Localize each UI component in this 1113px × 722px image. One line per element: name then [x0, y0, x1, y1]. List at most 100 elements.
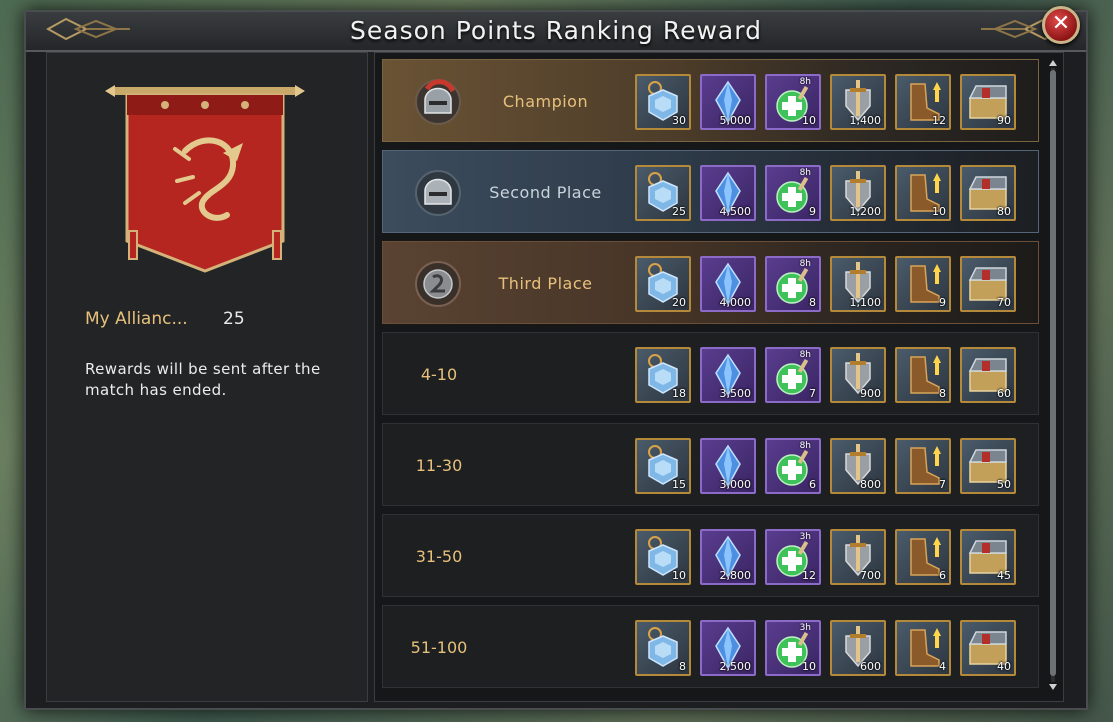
reward-count: 10 [802, 660, 816, 673]
rank-row: Second Place 25 4,500 8h 9 1,200 10 80 [382, 150, 1039, 233]
scroll-thumb[interactable] [1050, 70, 1056, 676]
reward-count: 6 [809, 478, 816, 491]
rank-row: 4-10 18 3,500 8h 7 900 8 60 [382, 332, 1039, 415]
reward-item[interactable]: 20 [635, 256, 691, 312]
close-icon: ✕ [1051, 11, 1071, 36]
reward-item[interactable]: 600 [830, 620, 886, 676]
reward-count: 9 [939, 296, 946, 309]
reward-item[interactable]: 5,000 [700, 74, 756, 130]
rank-row: Champion 30 5,000 8h 10 1,400 12 90 [382, 59, 1039, 142]
alliance-info-panel: My Allianc... 25 Rewards will be sent af… [46, 52, 368, 702]
reward-item[interactable]: 50 [960, 438, 1016, 494]
reward-count: 8 [939, 387, 946, 400]
reward-count: 8 [679, 660, 686, 673]
reward-count: 8 [809, 296, 816, 309]
reward-item[interactable]: 3,000 [700, 438, 756, 494]
reward-count: 90 [997, 114, 1011, 127]
reward-count: 900 [860, 387, 881, 400]
dragon-banner-icon [105, 85, 305, 273]
reward-count: 45 [997, 569, 1011, 582]
rank-list-scrollbar[interactable] [1048, 60, 1058, 690]
reward-count: 80 [997, 205, 1011, 218]
reward-item[interactable]: 45 [960, 529, 1016, 585]
reward-count: 4 [939, 660, 946, 673]
reward-count: 7 [939, 478, 946, 491]
rank-label: Third Place [498, 274, 593, 293]
reward-item[interactable]: 2,500 [700, 620, 756, 676]
reward-item[interactable]: 1,200 [830, 165, 886, 221]
reward-count: 20 [672, 296, 686, 309]
reward-item[interactable]: 8 [635, 620, 691, 676]
reward-item[interactable]: 80 [960, 165, 1016, 221]
rank-row: 11-30 15 3,000 8h 6 800 7 50 [382, 423, 1039, 506]
reward-count: 700 [860, 569, 881, 582]
reward-item[interactable]: 10 [635, 529, 691, 585]
reward-item[interactable]: 40 [960, 620, 1016, 676]
rank-label: Second Place [489, 183, 602, 202]
reward-item[interactable]: 8h 10 [765, 74, 821, 130]
reward-item[interactable]: 1,100 [830, 256, 886, 312]
reward-count: 9 [809, 205, 816, 218]
reward-item[interactable]: 6 [895, 529, 951, 585]
reward-count: 2,500 [719, 660, 752, 673]
reward-item[interactable]: 18 [635, 347, 691, 403]
reward-item[interactable]: 60 [960, 347, 1016, 403]
reward-count: 800 [860, 478, 881, 491]
reward-item[interactable]: 70 [960, 256, 1016, 312]
reward-count: 4,000 [719, 296, 752, 309]
reward-item[interactable]: 8h 6 [765, 438, 821, 494]
my-alliance-row: My Allianc... 25 [85, 309, 245, 329]
reward-item[interactable]: 12 [895, 74, 951, 130]
rank-range-label: 31-50 [415, 547, 463, 566]
reward-count: 40 [997, 660, 1011, 673]
reward-count: 5,000 [719, 114, 752, 127]
reward-item[interactable]: 3h 10 [765, 620, 821, 676]
scroll-up-icon[interactable] [1049, 60, 1057, 66]
reward-item[interactable]: 900 [830, 347, 886, 403]
reward-count: 30 [672, 114, 686, 127]
reward-item[interactable]: 4,500 [700, 165, 756, 221]
reward-item[interactable]: 800 [830, 438, 886, 494]
reward-item[interactable]: 4,000 [700, 256, 756, 312]
reward-item[interactable]: 90 [960, 74, 1016, 130]
reward-item[interactable]: 4 [895, 620, 951, 676]
reward-count: 12 [802, 569, 816, 582]
rank-row: 31-50 10 2,800 3h 12 700 6 45 [382, 514, 1039, 597]
reward-count: 6 [939, 569, 946, 582]
reward-item[interactable]: 10 [895, 165, 951, 221]
reward-item[interactable]: 25 [635, 165, 691, 221]
reward-count: 1,100 [849, 296, 882, 309]
reward-item[interactable]: 9 [895, 256, 951, 312]
reward-item[interactable]: 3,500 [700, 347, 756, 403]
bronze-medal-icon [413, 259, 463, 309]
silver-helmet-icon [413, 168, 463, 218]
rank-row: 51-100 8 2,500 3h 10 600 4 40 [382, 605, 1039, 688]
reward-count: 70 [997, 296, 1011, 309]
reward-item[interactable]: 3h 12 [765, 529, 821, 585]
reward-item[interactable]: 8h 8 [765, 256, 821, 312]
scroll-down-icon[interactable] [1049, 684, 1057, 690]
window-title: Season Points Ranking Reward [350, 16, 762, 45]
reward-item[interactable]: 700 [830, 529, 886, 585]
close-button[interactable]: ✕ [1042, 6, 1080, 44]
reward-item[interactable]: 30 [635, 74, 691, 130]
reward-count: 60 [997, 387, 1011, 400]
reward-count: 25 [672, 205, 686, 218]
reward-count: 18 [672, 387, 686, 400]
reward-count: 1,200 [849, 205, 882, 218]
reward-count: 1,400 [849, 114, 882, 127]
reward-count: 4,500 [719, 205, 752, 218]
reward-item[interactable]: 8h 9 [765, 165, 821, 221]
reward-item[interactable]: 8h 7 [765, 347, 821, 403]
reward-note: Rewards will be sent after the match has… [85, 360, 321, 399]
reward-item[interactable]: 8 [895, 347, 951, 403]
reward-item[interactable]: 15 [635, 438, 691, 494]
reward-count: 10 [932, 205, 946, 218]
reward-count: 3,000 [719, 478, 752, 491]
reward-item[interactable]: 2,800 [700, 529, 756, 585]
reward-count: 2,800 [719, 569, 752, 582]
reward-item[interactable]: 7 [895, 438, 951, 494]
reward-item[interactable]: 1,400 [830, 74, 886, 130]
rank-row: Third Place 20 4,000 8h 8 1,100 9 70 [382, 241, 1039, 324]
title-bar: Season Points Ranking Reward [26, 12, 1086, 52]
